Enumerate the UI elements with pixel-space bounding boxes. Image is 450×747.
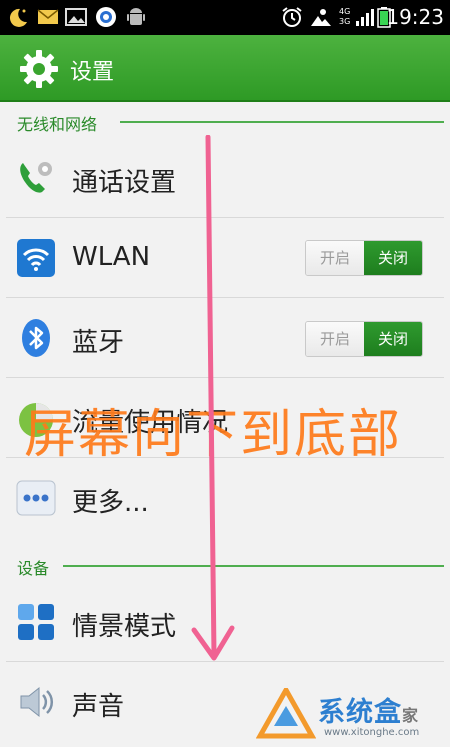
- mail-icon: [37, 9, 59, 24]
- watermark-logo: 系统盒家 www.xitonghe.com: [256, 688, 446, 744]
- section-divider: [120, 121, 444, 123]
- row-label-more: 更多...: [72, 488, 149, 518]
- toggle-on-option[interactable]: 开启: [306, 241, 364, 275]
- network-top-label: 4G: [339, 7, 351, 16]
- gear-icon[interactable]: [18, 48, 60, 90]
- bluetooth-icon: [22, 319, 50, 357]
- toggle-off-option[interactable]: 关闭: [364, 322, 422, 356]
- status-bar: 4G 3G 19:23: [0, 0, 450, 35]
- watermark-url: www.xitonghe.com: [324, 727, 420, 738]
- watermark-brand-suffix: 家: [402, 706, 420, 725]
- alarm-icon: [282, 7, 302, 27]
- network-type-label: 4G 3G: [339, 7, 350, 27]
- status-time: 19:23: [386, 5, 444, 29]
- bluetooth-toggle[interactable]: 开启 关闭: [305, 321, 423, 357]
- grid-icon: [18, 604, 54, 640]
- more-icon: [16, 480, 56, 516]
- toggle-on-option[interactable]: 开启: [306, 322, 364, 356]
- moon-icon: [9, 8, 27, 27]
- brand-logo-icon: [256, 688, 316, 739]
- scroll-down-arrow: [191, 135, 235, 661]
- app-icon: [96, 7, 116, 27]
- app-bar: 设置: [0, 35, 450, 102]
- android-icon: [127, 8, 145, 25]
- image-icon: [65, 8, 87, 26]
- wlan-toggle[interactable]: 开启 关闭: [305, 240, 423, 276]
- watermark-brand: 系统盒家: [318, 690, 419, 729]
- weather-icon: [311, 9, 331, 26]
- phone-gear-icon: [20, 162, 52, 193]
- section-header-wireless: 无线和网络: [0, 104, 450, 138]
- page-title: 设置: [70, 60, 115, 85]
- row-label-wlan: WLAN: [72, 242, 151, 272]
- row-label-bluetooth: 蓝牙: [72, 328, 125, 358]
- row-label-scene-mode: 情景模式: [72, 612, 177, 642]
- watermark-brand-main: 系统盒: [318, 697, 402, 728]
- section-label-wireless: 无线和网络: [17, 115, 98, 134]
- row-label-call: 通话设置: [72, 168, 177, 198]
- row-label-sound: 声音: [72, 692, 125, 722]
- toggle-off-option[interactable]: 关闭: [364, 241, 422, 275]
- section-divider: [63, 565, 444, 567]
- section-label-device: 设备: [17, 559, 50, 578]
- wifi-icon: [17, 239, 55, 277]
- network-bottom-label: 3G: [339, 17, 351, 26]
- speaker-icon: [20, 686, 54, 718]
